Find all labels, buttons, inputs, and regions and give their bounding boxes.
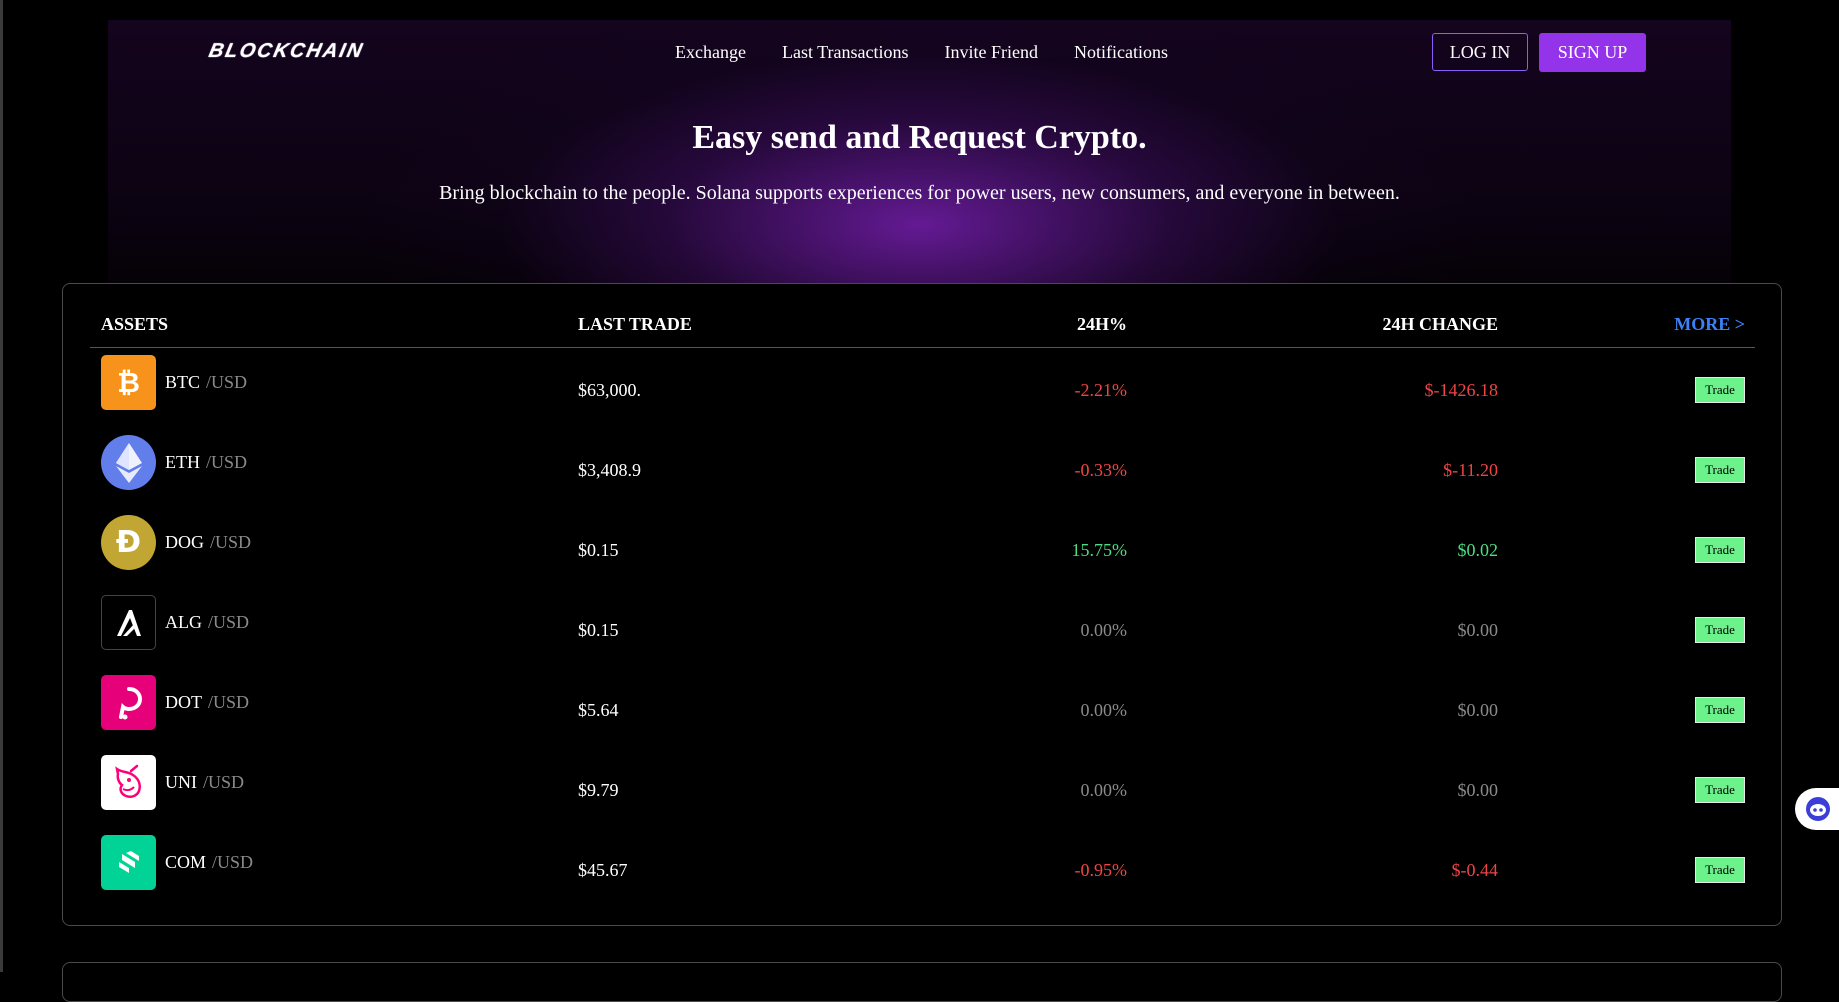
header-last-trade: LAST TRADE [578,314,692,334]
last-trade-value: $0.15 [578,540,619,560]
trade-button[interactable]: Trade [1695,537,1745,563]
asset-pair: DOT/USD [165,692,249,713]
percent-change: -2.21% [1074,380,1128,400]
trade-button[interactable]: Trade [1695,857,1745,883]
value-change: $0.00 [1457,700,1499,720]
asset-quote: /USD [203,772,245,792]
table-row: ₿ BTC/USD $63,000. -2.21% $-1426.18 Trad… [90,351,1755,431]
site-logo[interactable]: BLOCKCHAIN [207,40,366,63]
table-row: Ð DOG/USD $0.15 15.75% $0.02 Trade [90,511,1755,591]
main-nav: Exchange Last Transactions Invite Friend… [675,42,1168,63]
asset-quote: /USD [206,452,248,472]
asset-quote: /USD [210,532,252,552]
nav-exchange[interactable]: Exchange [675,42,746,63]
asset-pair: ETH/USD [165,452,247,473]
last-trade-value: $63,000. [578,380,641,400]
hero-title: Easy send and Request Crypto. [692,119,1147,156]
header-24h-change: 24H CHANGE [1382,314,1498,334]
ethereum-icon [101,435,156,490]
percent-change: 0.00% [1080,700,1128,720]
last-trade-value: $5.64 [578,700,619,720]
table-row: COM/USD $45.67 -0.95% $-0.44 Trade [90,831,1755,911]
next-section-card [62,962,1782,1002]
table-header: ASSETS LAST TRADE 24H% 24H CHANGE MORE > [90,284,1755,348]
percent-change: 0.00% [1080,620,1128,640]
trade-button[interactable]: Trade [1695,457,1745,483]
login-button[interactable]: LOG IN [1432,33,1528,71]
trade-button[interactable]: Trade [1695,697,1745,723]
value-change: $-1426.18 [1424,380,1499,400]
asset-symbol: UNI [165,772,197,792]
last-trade-value: $3,408.9 [578,460,641,480]
hero-subtitle: Bring blockchain to the people. Solana s… [439,182,1400,204]
percent-change: -0.95% [1074,860,1128,880]
table-row: UNI/USD $9.79 0.00% $0.00 Trade [90,751,1755,831]
last-trade-value: $9.79 [578,780,619,800]
uniswap-icon [101,755,156,810]
bitcoin-icon: ₿ [101,355,156,410]
percent-change: 0.00% [1080,780,1128,800]
asset-pair: DOG/USD [165,532,251,553]
nav-notifications[interactable]: Notifications [1074,42,1168,63]
asset-symbol: ALG [165,612,202,632]
value-change: $0.02 [1457,540,1499,560]
signup-button[interactable]: SIGN UP [1539,33,1646,72]
value-change: $-11.20 [1443,460,1498,480]
more-link[interactable]: MORE > [1674,314,1745,335]
last-trade-value: $45.67 [578,860,628,880]
asset-symbol: BTC [165,372,201,392]
asset-symbol: ETH [165,452,200,472]
asset-quote: /USD [206,372,248,392]
table-row: ALG/USD $0.15 0.00% $0.00 Trade [90,591,1755,671]
asset-symbol: COM [165,852,207,872]
asset-pair: BTC/USD [165,372,247,393]
trade-button[interactable]: Trade [1695,377,1745,403]
chatbot-icon [1806,797,1830,821]
value-change: $-0.44 [1451,860,1499,880]
asset-pair: COM/USD [165,852,253,873]
asset-pair: UNI/USD [165,772,244,793]
chat-widget[interactable] [1795,788,1839,830]
asset-symbol: DOT [165,692,202,712]
percent-change: -0.33% [1074,460,1128,480]
dogecoin-icon: Ð [101,515,156,570]
value-change: $0.00 [1457,620,1499,640]
algorand-icon [101,595,156,650]
asset-pair: ALG/USD [165,612,249,633]
polkadot-icon [101,675,156,730]
trade-button[interactable]: Trade [1695,617,1745,643]
asset-symbol: DOG [165,532,204,552]
header-assets: ASSETS [101,314,169,334]
header-24h-percent: 24H% [1076,314,1127,334]
compound-icon [101,835,156,890]
percent-change: 15.75% [1071,540,1128,560]
table-row: DOT/USD $5.64 0.00% $0.00 Trade [90,671,1755,751]
value-change: $0.00 [1457,780,1499,800]
asset-quote: /USD [208,612,250,632]
table-row: ETH/USD $3,408.9 -0.33% $-11.20 Trade [90,431,1755,511]
nav-invite-friend[interactable]: Invite Friend [944,42,1037,63]
market-table: ASSETS LAST TRADE 24H% 24H CHANGE MORE >… [62,283,1782,926]
nav-last-transactions[interactable]: Last Transactions [782,42,909,63]
last-trade-value: $0.15 [578,620,619,640]
asset-quote: /USD [212,852,254,872]
trade-button[interactable]: Trade [1695,777,1745,803]
asset-quote: /USD [208,692,250,712]
